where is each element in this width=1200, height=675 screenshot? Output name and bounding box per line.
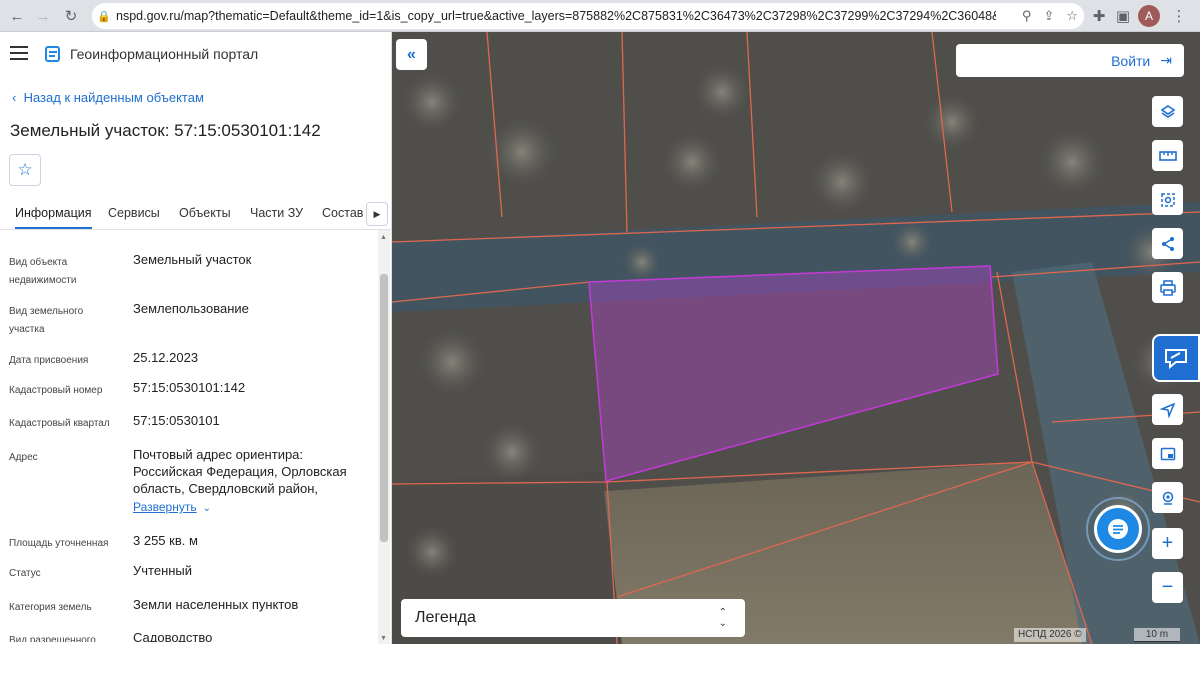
profile-avatar[interactable]: A <box>1138 5 1160 27</box>
tab-information[interactable]: Информация <box>15 206 92 229</box>
info-value: 25.12.2023 <box>133 350 199 365</box>
legend-label: Легенда <box>415 609 476 626</box>
tab-composition[interactable]: Состав <box>322 206 363 220</box>
zoom-icon[interactable]: ⚲ <box>1022 8 1032 24</box>
reload-icon[interactable]: ↻ <box>58 0 84 32</box>
back-arrow-icon[interactable]: ← <box>4 0 30 32</box>
extensions-icon[interactable]: ✚ <box>1086 0 1112 32</box>
legend-dropdown[interactable]: Легенда ⌃ ⌄ <box>401 599 745 637</box>
collapse-panel-button[interactable]: « <box>396 39 427 70</box>
print-button[interactable] <box>1152 272 1183 303</box>
select-area-icon <box>1160 192 1175 207</box>
star-icon: ☆ <box>17 160 33 179</box>
info-value: Земельный участок <box>133 252 252 267</box>
satellite-imagery <box>392 32 1200 644</box>
layers-icon <box>1160 104 1175 118</box>
object-panel: Геоинформационный портал ‹ Назад к найде… <box>0 32 392 644</box>
locate-button[interactable] <box>1152 394 1183 425</box>
login-button[interactable]: Войти ⇥ <box>956 44 1184 77</box>
object-title: Земельный участок: 57:15:0530101:142 <box>10 121 321 140</box>
info-label: Дата присвоения <box>9 355 89 366</box>
chevron-down-icon: ⌄ <box>202 503 211 514</box>
sidepanel-icon[interactable]: ▣ <box>1110 0 1136 32</box>
tabs-scroll-right-button[interactable]: ▶ <box>366 202 388 226</box>
measure-button[interactable] <box>1152 140 1183 171</box>
minimap-icon <box>1160 447 1175 460</box>
ruler-icon <box>1158 150 1177 161</box>
share-button[interactable] <box>1152 228 1183 259</box>
more-menu-icon[interactable]: ⋮ <box>1166 0 1192 32</box>
scrollbar-thumb[interactable] <box>380 274 388 542</box>
url-text: nspd.gov.ru/map?thematic=Default&theme_i… <box>116 9 996 23</box>
panel-scrollbar[interactable]: ▲ ▼ <box>378 230 390 644</box>
select-area-button[interactable] <box>1152 184 1183 215</box>
tab-objects[interactable]: Объекты <box>179 206 231 220</box>
panel-header: Геоинформационный портал <box>0 32 391 76</box>
hamburger-icon[interactable] <box>10 46 28 60</box>
zoom-in-button[interactable]: + <box>1152 528 1183 559</box>
geo-pin-icon <box>1162 491 1173 505</box>
share-icon <box>1161 236 1174 251</box>
map-attribution: НСПД 2026 © <box>1014 628 1086 642</box>
info-list: Вид объекта недвижимости Земельный участ… <box>0 242 376 642</box>
layers-button[interactable] <box>1152 96 1183 127</box>
side-panel-tab[interactable] <box>1152 334 1200 382</box>
chat-button[interactable] <box>1094 505 1142 553</box>
info-label: Вид земельного участка <box>9 306 84 335</box>
forward-arrow-icon[interactable]: → <box>30 0 56 32</box>
info-value-address: Почтовый адрес ориентира: Российская Фед… <box>133 446 365 517</box>
tab-services[interactable]: Сервисы <box>108 206 160 220</box>
caret-right-icon: ▶ <box>373 208 381 219</box>
info-label: Площадь уточненная <box>9 538 109 549</box>
info-value: Землепользование <box>133 301 249 316</box>
info-label: Кадастровый номер <box>9 385 103 396</box>
info-value: 3 255 кв. м <box>133 533 198 548</box>
info-label: Кадастровый квартал <box>9 418 110 429</box>
zoom-in-icon: + <box>1161 532 1174 554</box>
locate-icon <box>1159 402 1175 418</box>
tab-parts[interactable]: Части ЗУ <box>250 206 303 220</box>
share-page-icon[interactable]: ⇪ <box>1043 8 1054 24</box>
double-chevron-left-icon: « <box>407 45 416 63</box>
back-to-results-link[interactable]: ‹ Назад к найденным объектам <box>12 90 204 105</box>
expand-label: Развернуть <box>133 500 197 514</box>
lock-icon: 🔒 <box>97 10 111 23</box>
scroll-up-icon[interactable]: ▲ <box>380 234 387 241</box>
login-label: Войти <box>1111 52 1151 69</box>
geo-pin-button[interactable] <box>1152 482 1183 513</box>
scroll-down-icon[interactable]: ▼ <box>380 635 387 642</box>
address-bar[interactable]: 🔒 nspd.gov.ru/map?thematic=Default&theme… <box>92 3 1084 29</box>
map-view[interactable]: « Войти ⇥ + − Легенда ⌃ ⌄ НСПД 2026 © 10 … <box>392 32 1200 644</box>
minimap-button[interactable] <box>1152 438 1183 469</box>
chevron-left-icon: ‹ <box>12 90 17 105</box>
print-icon <box>1159 279 1176 296</box>
tab-bar: Информация Сервисы Объекты Части ЗУ Сост… <box>0 200 391 230</box>
info-label: Вид объекта недвижимости <box>9 257 77 286</box>
info-value[interactable]: 57:15:0530101 <box>133 412 365 429</box>
info-label: Адрес <box>9 452 38 463</box>
info-value: Садоводство <box>133 630 213 642</box>
favorite-button[interactable]: ☆ <box>9 154 41 186</box>
address-text: Почтовый адрес ориентира: Российская Фед… <box>133 447 347 496</box>
chat-bubble-icon <box>1108 519 1128 539</box>
updown-chevron-icon: ⌃ ⌄ <box>718 607 727 629</box>
map-chat-icon <box>1165 349 1187 370</box>
portal-logo-icon <box>45 46 60 62</box>
login-icon: ⇥ <box>1160 52 1172 68</box>
expand-address-link[interactable]: Развернуть ⌄ <box>133 498 365 517</box>
info-value: Учтенный <box>133 563 193 578</box>
browser-toolbar: ← → ↻ 🔒 nspd.gov.ru/map?thematic=Default… <box>0 0 1200 32</box>
map-scale-bar: 10 m <box>1134 628 1180 642</box>
info-label: Статус <box>9 568 41 579</box>
zoom-out-button[interactable]: − <box>1152 572 1183 603</box>
zoom-out-icon: − <box>1161 576 1174 598</box>
bookmark-star-icon[interactable]: ☆ <box>1066 8 1078 24</box>
portal-title: Геоинформационный портал <box>70 46 259 62</box>
info-label: Вид разрешенного <box>9 635 96 642</box>
info-value: Земли населенных пунктов <box>133 597 299 612</box>
back-link-label: Назад к найденным объектам <box>23 90 204 105</box>
info-value[interactable]: 57:15:0530101:142 <box>133 379 365 396</box>
info-label: Категория земель <box>9 602 92 613</box>
